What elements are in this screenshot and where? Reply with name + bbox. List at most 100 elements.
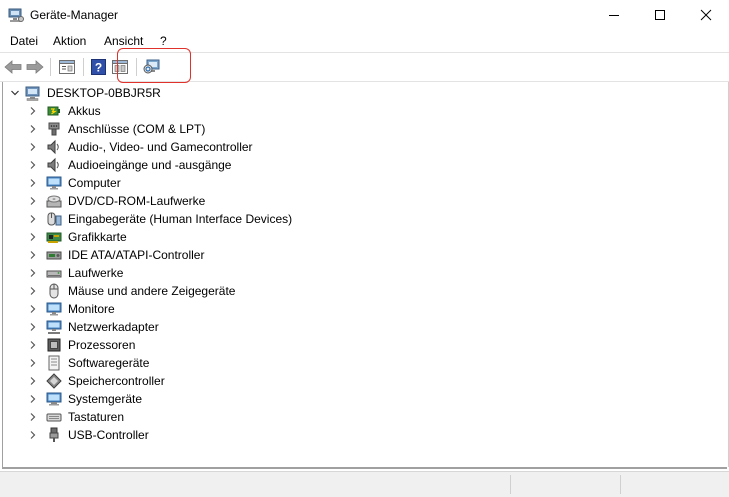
tree-item[interactable]: Mäuse und andere Zeigegeräte <box>25 282 235 300</box>
hid-icon <box>46 211 62 227</box>
tree-item[interactable]: Tastaturen <box>25 408 124 426</box>
tree-item-label: Tastaturen <box>68 410 125 424</box>
network-adapter-icon <box>46 319 62 335</box>
tree-item-label: Anschlüsse (COM & LPT) <box>68 122 206 136</box>
menu-file[interactable]: Datei <box>10 34 38 48</box>
toolbar-separator <box>50 58 51 76</box>
disc-drive-icon <box>46 193 62 209</box>
maximize-button[interactable] <box>637 0 683 30</box>
monitor-icon <box>46 175 62 191</box>
tree-item-label: Monitore <box>68 302 115 316</box>
tree-item-label: Netzwerkadapter <box>68 320 159 334</box>
expand-chevron[interactable] <box>25 283 41 299</box>
ide-controller-icon <box>46 247 62 263</box>
expand-chevron[interactable] <box>25 121 41 137</box>
usb-icon <box>46 427 62 443</box>
expand-chevron[interactable] <box>25 391 41 407</box>
tree-item[interactable]: Speichercontroller <box>25 372 165 390</box>
tree-bottom-border <box>2 467 727 469</box>
tree-item[interactable]: Audioeingänge und -ausgänge <box>25 156 231 174</box>
expand-chevron[interactable] <box>25 157 41 173</box>
expand-chevron[interactable] <box>25 103 41 119</box>
expand-chevron[interactable] <box>25 301 41 317</box>
tree-item-label: IDE ATA/ATAPI-Controller <box>68 248 205 262</box>
tree-root[interactable]: DESKTOP-0BBJR5R <box>3 84 161 102</box>
menu-view[interactable]: Ansicht <box>104 34 143 48</box>
tree-item-label: Grafikkarte <box>68 230 127 244</box>
tree-item-label: Laufwerke <box>68 266 124 280</box>
tree-item[interactable]: Systemgeräte <box>25 390 142 408</box>
tree-item-label: Prozessoren <box>68 338 136 352</box>
tree-item[interactable]: Anschlüsse (COM & LPT) <box>25 120 205 138</box>
port-icon <box>46 121 62 137</box>
tree-item[interactable]: Netzwerkadapter <box>25 318 159 336</box>
minimize-icon <box>609 15 619 16</box>
battery-icon <box>46 103 62 119</box>
tree-item[interactable]: Prozessoren <box>25 336 135 354</box>
chevron-right-icon <box>30 269 36 277</box>
tree-item[interactable]: Monitore <box>25 300 115 318</box>
close-button[interactable] <box>683 0 729 30</box>
tree-item-label: DVD/CD-ROM-Laufwerke <box>68 194 206 208</box>
chevron-right-icon <box>30 107 36 115</box>
highlight-annotation <box>117 48 191 83</box>
tree-item[interactable]: Computer <box>25 174 121 192</box>
tree-item[interactable]: Audio-, Video- und Gamecontroller <box>25 138 253 156</box>
expand-chevron[interactable] <box>25 337 41 353</box>
expand-chevron[interactable] <box>25 355 41 371</box>
tree-item[interactable]: Softwaregeräte <box>25 354 149 372</box>
minimize-button[interactable] <box>591 0 637 30</box>
chevron-right-icon <box>30 287 36 295</box>
tree-item-label: Speichercontroller <box>68 374 165 388</box>
forward-button[interactable] <box>25 57 45 77</box>
tree-item[interactable]: Grafikkarte <box>25 228 127 246</box>
expand-chevron[interactable] <box>25 265 41 281</box>
menu-help[interactable]: ? <box>160 34 167 48</box>
forward-arrow-icon <box>26 60 44 74</box>
tree-item[interactable]: Laufwerke <box>25 264 123 282</box>
device-tree[interactable]: DESKTOP-0BBJR5R Akkus Anschlüsse (COM & L… <box>2 82 729 467</box>
device-manager-app-icon <box>8 7 24 23</box>
menu-action[interactable]: Aktion <box>53 34 86 48</box>
toolbar-separator <box>83 58 84 76</box>
collapse-chevron[interactable] <box>7 85 23 101</box>
expand-chevron[interactable] <box>25 409 41 425</box>
tree-item[interactable]: Eingabegeräte (Human Interface Devices) <box>25 210 292 228</box>
expand-chevron[interactable] <box>25 211 41 227</box>
close-icon <box>700 9 712 21</box>
svg-text:?: ? <box>94 61 101 75</box>
chevron-right-icon <box>30 323 36 331</box>
storage-controller-icon <box>46 373 62 389</box>
graphics-card-icon <box>46 229 62 245</box>
tree-item[interactable]: IDE ATA/ATAPI-Controller <box>25 246 204 264</box>
chevron-down-icon <box>11 90 19 96</box>
drive-icon <box>46 265 62 281</box>
chevron-right-icon <box>30 233 36 241</box>
tree-item[interactable]: Akkus <box>25 102 101 120</box>
status-divider <box>620 475 621 494</box>
expand-chevron[interactable] <box>25 319 41 335</box>
tree-item[interactable]: USB-Controller <box>25 426 149 444</box>
speaker-icon <box>46 157 62 173</box>
expand-chevron[interactable] <box>25 247 41 263</box>
expand-chevron[interactable] <box>25 193 41 209</box>
window-title: Geräte-Manager <box>30 8 119 22</box>
back-button[interactable] <box>3 57 23 77</box>
expand-chevron[interactable] <box>25 139 41 155</box>
maximize-icon <box>655 10 665 20</box>
expand-chevron[interactable] <box>25 427 41 443</box>
mouse-icon <box>46 283 62 299</box>
help-icon: ? <box>90 59 106 75</box>
chevron-right-icon <box>30 143 36 151</box>
chevron-right-icon <box>30 125 36 133</box>
properties-button[interactable] <box>57 57 77 77</box>
tree-item[interactable]: DVD/CD-ROM-Laufwerke <box>25 192 205 210</box>
expand-chevron[interactable] <box>25 175 41 191</box>
tree-item-label: Mäuse und andere Zeigegeräte <box>68 284 236 298</box>
speaker-icon <box>46 139 62 155</box>
chevron-right-icon <box>30 305 36 313</box>
expand-chevron[interactable] <box>25 229 41 245</box>
expand-chevron[interactable] <box>25 373 41 389</box>
help-button[interactable]: ? <box>88 57 108 77</box>
status-divider <box>510 475 511 494</box>
